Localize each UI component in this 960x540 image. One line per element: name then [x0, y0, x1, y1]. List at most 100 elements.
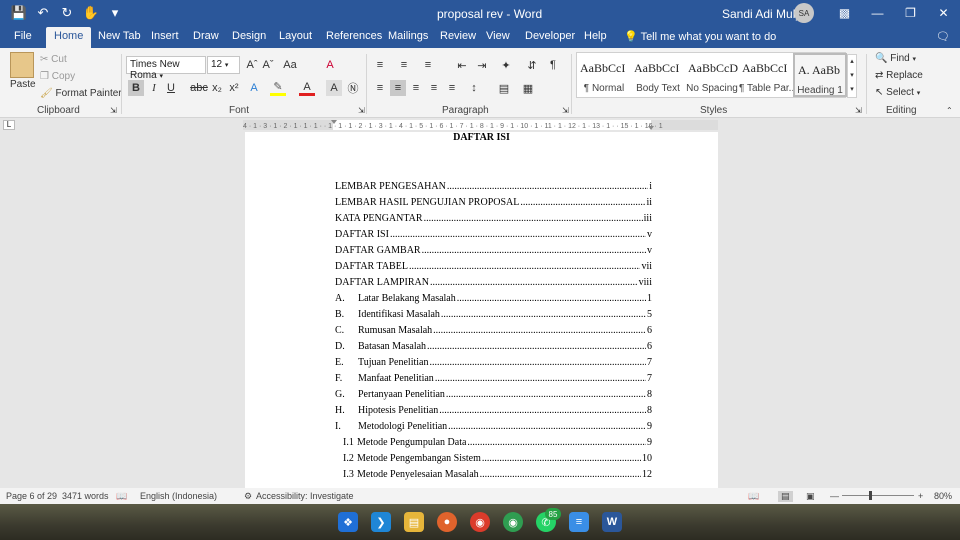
tell-me-box[interactable]: 💡 Tell me what you want to do [624, 30, 776, 43]
font-size-select[interactable]: 12 ▾ [207, 56, 240, 74]
shrink-font-icon[interactable]: Aˇ [260, 57, 276, 73]
tab-draw[interactable]: Draw [193, 30, 219, 42]
toc-entry[interactable]: D. Batasan Masalah 6 [335, 341, 652, 352]
language[interactable]: English (Indonesia) [140, 491, 217, 501]
change-case-icon[interactable]: Aa [282, 57, 298, 73]
paste-icon[interactable] [10, 52, 34, 78]
toc-entry[interactable]: DAFTAR LAMPIRAN viii [335, 277, 652, 288]
toc-entry[interactable]: C. Rumusan Masalah 6 [335, 325, 652, 336]
italic-icon[interactable]: I [146, 80, 162, 96]
tab-home[interactable]: Home [46, 27, 92, 48]
clipboard-launcher-icon[interactable]: ⇲ [110, 106, 117, 115]
distributed-icon[interactable]: ≡ [444, 80, 460, 96]
highlight-icon[interactable]: ✎ [270, 80, 286, 96]
tab-help[interactable]: Help [584, 30, 607, 42]
asian-layout-icon[interactable]: ✦ [498, 57, 514, 73]
zoom-thumb[interactable] [869, 491, 872, 500]
touch-mode-icon[interactable]: ✋ [80, 3, 102, 23]
multilevel-list-icon[interactable]: ≡ [420, 57, 436, 73]
notepad-icon[interactable]: ≡ [569, 512, 589, 532]
toc-entry[interactable]: DAFTAR GAMBAR v [335, 245, 652, 256]
tab-new-tab[interactable]: New Tab [98, 30, 141, 42]
tab-view[interactable]: View [486, 30, 510, 42]
grow-font-icon[interactable]: Aˆ [244, 57, 260, 73]
style-body-text[interactable]: AaBbCcI Body Text [631, 53, 685, 97]
subscript-icon[interactable]: x₂ [209, 80, 225, 96]
minimize-icon[interactable]: — [861, 0, 894, 26]
superscript-icon[interactable]: x² [226, 80, 242, 96]
tab-design[interactable]: Design [232, 30, 266, 42]
toc-entry[interactable]: G. Pertanyaan Penelitian 8 [335, 389, 652, 400]
zoom-out-icon[interactable]: — [830, 491, 839, 501]
styles-scroll[interactable]: ▴ ▾ ▾ [847, 54, 857, 98]
toc-entry[interactable]: A. Latar Belakang Masalah 1 [335, 293, 652, 304]
toc-entry[interactable]: H. Hipotesis Penelitian 8 [335, 405, 652, 416]
comments-icon[interactable]: 🗨 [936, 30, 950, 43]
shading-icon[interactable]: ▤ [496, 80, 512, 96]
bullets-icon[interactable]: ≡ [372, 57, 388, 73]
styles-launcher-icon[interactable]: ⇲ [855, 106, 862, 115]
style-no-spacing[interactable]: AaBbCcD No Spacing [685, 53, 739, 97]
collapse-ribbon-icon[interactable]: ⌃ [946, 106, 953, 115]
toc-entry[interactable]: DAFTAR ISI v [335, 229, 652, 240]
bold-icon[interactable]: B [128, 80, 144, 96]
align-right-icon[interactable]: ≡ [408, 80, 424, 96]
sort-icon[interactable]: ⇵ [524, 57, 540, 73]
tab-review[interactable]: Review [440, 30, 476, 42]
numbering-icon[interactable]: ≡ [396, 57, 412, 73]
character-shading-icon[interactable]: A [326, 80, 342, 96]
customize-qat-icon[interactable]: ▾ [104, 3, 126, 23]
style-normal[interactable]: AaBbCcI ¶ Normal [577, 53, 631, 97]
strikethrough-icon[interactable]: abc [190, 80, 208, 96]
toc-entry[interactable]: I. Metodologi Penelitian 9 [335, 421, 652, 432]
toc-entry[interactable]: B. Identifikasi Masalah 5 [335, 309, 652, 320]
tab-layout[interactable]: Layout [279, 30, 312, 42]
replace-button[interactable]: ⇄ Replace [875, 70, 923, 81]
read-mode-icon[interactable]: 📖 [748, 491, 759, 502]
tab-insert[interactable]: Insert [151, 30, 179, 42]
avatar[interactable]: SA [794, 3, 814, 23]
toc-entry[interactable]: LEMBAR PENGESAHAN i [335, 181, 652, 192]
borders-icon[interactable]: ▦ [520, 80, 536, 96]
toc-entry[interactable]: E. Tujuan Penelitian 7 [335, 357, 652, 368]
find-button[interactable]: 🔍 Find ▾ [875, 53, 916, 64]
vscode-icon[interactable]: ❯ [371, 512, 391, 532]
text-effects-icon[interactable]: A [246, 80, 262, 96]
undo-icon[interactable]: ↶ [32, 3, 54, 23]
toc-entry[interactable]: LEMBAR HASIL PENGUJIAN PROPOSAL ii [335, 197, 652, 208]
enclose-characters-icon[interactable]: Ⓝ [345, 80, 361, 96]
zoom-in-icon[interactable]: + [918, 491, 923, 501]
justify-icon[interactable]: ≡ [426, 80, 442, 96]
font-name-select[interactable]: Times New Roma ▾ [126, 56, 206, 81]
tab-references[interactable]: References [326, 30, 382, 42]
web-layout-icon[interactable]: ▣ [806, 491, 815, 502]
zoom-level[interactable]: 80% [934, 491, 952, 501]
close-icon[interactable]: ✕ [927, 0, 960, 26]
zoom-slider[interactable] [842, 495, 914, 496]
toc-entry[interactable]: I.2Metode Pengembangan Sistem 10 [343, 453, 652, 464]
clear-formatting-icon[interactable]: A [322, 57, 338, 73]
format-painter-button[interactable]: 🖌 Format Painter [40, 88, 122, 99]
style-heading-1[interactable]: A. AaBb Heading 1 [793, 53, 847, 97]
tab-mailings[interactable]: Mailings [388, 30, 428, 42]
word-icon[interactable]: W [602, 512, 622, 532]
underline-icon[interactable]: U [163, 80, 179, 96]
horizontal-ruler[interactable]: 4 · 1 · 3 · 1 · 2 · 1 · 1 · 1 · · 1 · 1 … [243, 120, 718, 130]
line-spacing-icon[interactable]: ↕ [466, 80, 482, 96]
toc-entry[interactable]: F. Manfaat Penelitian 7 [335, 373, 652, 384]
ribbon-display-icon[interactable]: ▩ [828, 0, 861, 26]
paste-button[interactable]: Paste [10, 79, 36, 90]
tab-file[interactable]: File [14, 30, 32, 42]
firefox-icon[interactable]: ● [437, 512, 457, 532]
windows-start-icon[interactable]: ❖ [338, 512, 358, 532]
show-formatting-icon[interactable]: ¶ [545, 57, 561, 73]
align-left-icon[interactable]: ≡ [372, 80, 388, 96]
document-page[interactable]: DAFTAR ISI LEMBAR PENGESAHAN i LEMBAR HASI… [245, 132, 718, 488]
decrease-indent-icon[interactable]: ⇤ [454, 57, 470, 73]
toc-entry[interactable]: I.1Metode Pengumpulan Data 9 [343, 437, 652, 448]
copy-button[interactable]: ❐ Copy [40, 71, 75, 82]
cut-button[interactable]: ✂ Cut [40, 54, 67, 65]
save-icon[interactable]: 💾 [8, 3, 30, 23]
style-table-paragraph[interactable]: AaBbCcI ¶ Table Par... [739, 53, 797, 97]
align-center-icon[interactable]: ≡ [390, 80, 406, 96]
